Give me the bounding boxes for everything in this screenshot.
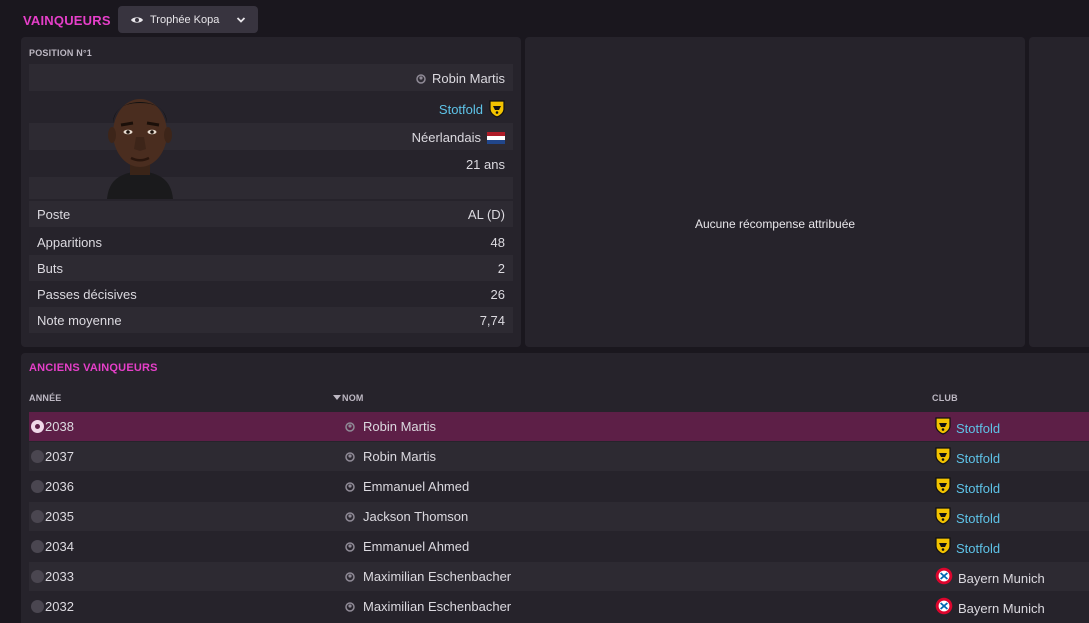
winner-panel: POSITION N°1 Robin Martis Stotfold Néerl… <box>21 37 521 347</box>
winner-name-link[interactable]: Robin Martis <box>363 449 436 464</box>
stotfold-crest-icon <box>935 477 951 498</box>
winner-row[interactable]: 2035 Jackson Thomson Stotfold <box>29 502 1089 531</box>
winner-club: Stotfold <box>935 447 1000 468</box>
person-icon <box>345 601 355 612</box>
eye-icon <box>131 16 143 23</box>
stotfold-crest-icon <box>935 417 951 438</box>
winner-club-link[interactable]: Bayern Munich <box>958 571 1045 586</box>
winner-name-link[interactable]: Jackson Thomson <box>363 509 468 524</box>
winner-name-link[interactable]: Emmanuel Ahmed <box>363 479 469 494</box>
winner-club-link[interactable]: Stotfold <box>956 541 1000 556</box>
winner-year: 2036 <box>45 479 74 494</box>
person-icon <box>345 421 355 432</box>
stotfold-crest-icon <box>935 507 951 528</box>
person-icon <box>345 571 355 582</box>
chevron-down-icon <box>236 17 246 23</box>
column-header-year[interactable]: ANNÉE <box>29 393 62 403</box>
page-header: VAINQUEURS Trophée Kopa <box>0 0 1089 36</box>
person-icon <box>345 451 355 462</box>
award-panel: Aucune récompense attribuée <box>525 37 1025 347</box>
stat-row-buts: Buts 2 <box>29 255 513 281</box>
player-age: 21 ans <box>465 157 505 172</box>
previous-winners-title: ANCIENS VAINQUEURS <box>29 362 158 374</box>
row-select-radio[interactable] <box>31 510 44 523</box>
column-header-name[interactable]: NOM <box>333 393 364 403</box>
stotfold-crest-icon <box>935 447 951 468</box>
person-icon <box>345 541 355 552</box>
winner-name-link[interactable]: Maximilian Eschenbacher <box>363 569 511 584</box>
stat-row-note: Note moyenne 7,74 <box>29 307 513 333</box>
winner-club-link[interactable]: Stotfold <box>956 421 1000 436</box>
column-header-club[interactable]: CLUB <box>932 393 958 403</box>
winner-name-link[interactable]: Robin Martis <box>363 419 436 434</box>
player-nationality: Néerlandais <box>411 130 481 145</box>
winner-row[interactable]: 2037 Robin Martis Stotfold <box>29 442 1089 471</box>
netherlands-flag-icon <box>487 131 505 144</box>
row-select-radio[interactable] <box>31 540 44 553</box>
sort-desc-icon <box>333 395 341 400</box>
winner-club: Bayern Munich <box>935 567 1045 588</box>
award-selector-label: Trophée Kopa <box>150 13 220 26</box>
winner-name: Robin Martis <box>345 449 436 464</box>
winner-club-link[interactable]: Stotfold <box>956 451 1000 466</box>
player-name[interactable]: Robin Martis <box>432 71 505 86</box>
winner-name: Robin Martis <box>345 419 436 434</box>
row-select-radio[interactable] <box>31 420 44 433</box>
stat-row-passes: Passes décisives 26 <box>37 287 505 302</box>
winner-year: 2035 <box>45 509 74 524</box>
winner-row[interactable]: 2033 Maximilian Eschenbacher Bayern Munich <box>29 562 1089 591</box>
stotfold-crest-icon <box>489 100 505 118</box>
winner-year: 2034 <box>45 539 74 554</box>
person-icon <box>416 73 426 84</box>
stat-row-poste: Poste AL (D) <box>29 201 513 227</box>
bayern-crest-icon <box>935 597 953 618</box>
row-select-radio[interactable] <box>31 600 44 613</box>
winner-name: Emmanuel Ahmed <box>345 479 469 494</box>
winner-name: Maximilian Eschenbacher <box>345 599 511 614</box>
no-award-message: Aucune récompense attribuée <box>694 217 856 231</box>
person-icon <box>345 511 355 522</box>
winner-club-link[interactable]: Bayern Munich <box>958 601 1045 616</box>
winner-year: 2032 <box>45 599 74 614</box>
row-select-radio[interactable] <box>31 450 44 463</box>
player-club-link[interactable]: Stotfold <box>439 102 483 117</box>
winner-row[interactable]: 2036 Emmanuel Ahmed Stotfold <box>29 472 1089 501</box>
row-select-radio[interactable] <box>31 570 44 583</box>
stat-row-apparitions: Apparitions 48 <box>37 235 505 250</box>
bayern-crest-icon <box>935 567 953 588</box>
winner-club: Bayern Munich <box>935 597 1045 618</box>
winner-name-link[interactable]: Maximilian Eschenbacher <box>363 599 511 614</box>
winner-club: Stotfold <box>935 417 1000 438</box>
side-panel <box>1029 37 1089 347</box>
stotfold-crest-icon <box>935 537 951 558</box>
winner-name-link[interactable]: Emmanuel Ahmed <box>363 539 469 554</box>
winner-club: Stotfold <box>935 477 1000 498</box>
winner-club-link[interactable]: Stotfold <box>956 481 1000 496</box>
winner-row[interactable]: 2032 Maximilian Eschenbacher Bayern Munich <box>29 592 1089 621</box>
winner-year: 2033 <box>45 569 74 584</box>
winner-club-link[interactable]: Stotfold <box>956 511 1000 526</box>
winner-name: Maximilian Eschenbacher <box>345 569 511 584</box>
page-title: VAINQUEURS <box>23 13 111 28</box>
row-select-radio[interactable] <box>31 480 44 493</box>
winner-year: 2037 <box>45 449 74 464</box>
winner-name: Emmanuel Ahmed <box>345 539 469 554</box>
person-icon <box>345 481 355 492</box>
winner-row[interactable]: 2034 Emmanuel Ahmed Stotfold <box>29 532 1089 561</box>
winner-row[interactable]: 2038 Robin Martis Stotfold <box>29 412 1089 441</box>
award-selector-dropdown[interactable]: Trophée Kopa <box>118 6 258 33</box>
previous-winners-panel: ANCIENS VAINQUEURS ANNÉE NOM CLUB 2038 Ro… <box>21 353 1089 623</box>
player-portrait <box>99 75 181 199</box>
winner-name: Jackson Thomson <box>345 509 468 524</box>
winner-club: Stotfold <box>935 537 1000 558</box>
winner-year: 2038 <box>45 419 74 434</box>
position-label: POSITION N°1 <box>29 48 93 58</box>
winner-club: Stotfold <box>935 507 1000 528</box>
